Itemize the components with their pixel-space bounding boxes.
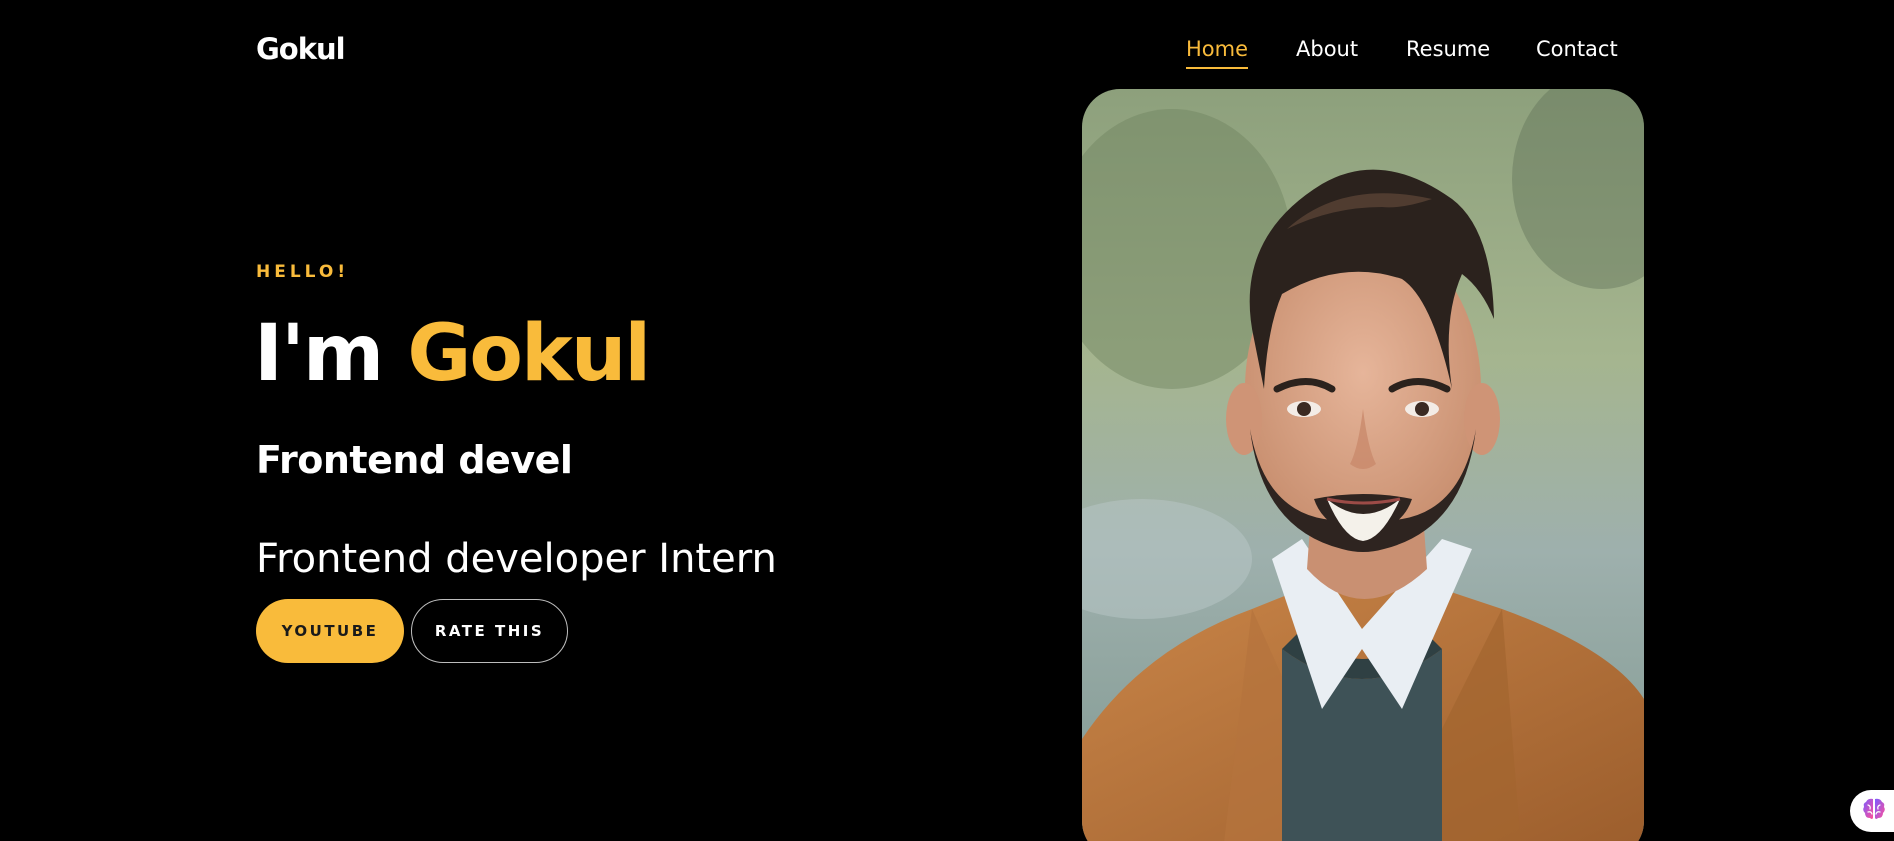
floating-widget-button[interactable] — [1850, 790, 1894, 832]
nav-item-about[interactable]: About — [1296, 35, 1358, 63]
nav-item-contact[interactable]: Contact — [1536, 35, 1618, 63]
nav-item-resume[interactable]: Resume — [1406, 35, 1490, 63]
nav-item-label: Home — [1186, 37, 1249, 61]
hero-role: Frontend developer Intern — [256, 536, 777, 582]
brain-icon — [1860, 795, 1888, 827]
headline-name: Gokul — [407, 309, 651, 399]
brand-logo[interactable]: Gokul — [256, 31, 346, 67]
nav-item-label: Resume — [1406, 37, 1491, 61]
typed-text: Frontend devel — [256, 438, 573, 482]
nav-item-label: About — [1296, 37, 1359, 61]
headline-prefix: I'm — [254, 309, 384, 399]
nav-item-label: Contact — [1536, 37, 1618, 61]
rate-this-button[interactable]: RATE THIS — [411, 599, 568, 663]
hero-headline: I'm Gokul — [254, 306, 651, 402]
hero-eyebrow: HELLO! — [256, 262, 350, 282]
active-underline — [1186, 67, 1249, 69]
nav-item-home[interactable]: Home — [1186, 35, 1249, 69]
portrait-photo — [1082, 89, 1644, 841]
page: Gokul Home About Resume Contact HELLO! I… — [0, 0, 1894, 841]
youtube-button[interactable]: YOUTUBE — [256, 599, 404, 663]
